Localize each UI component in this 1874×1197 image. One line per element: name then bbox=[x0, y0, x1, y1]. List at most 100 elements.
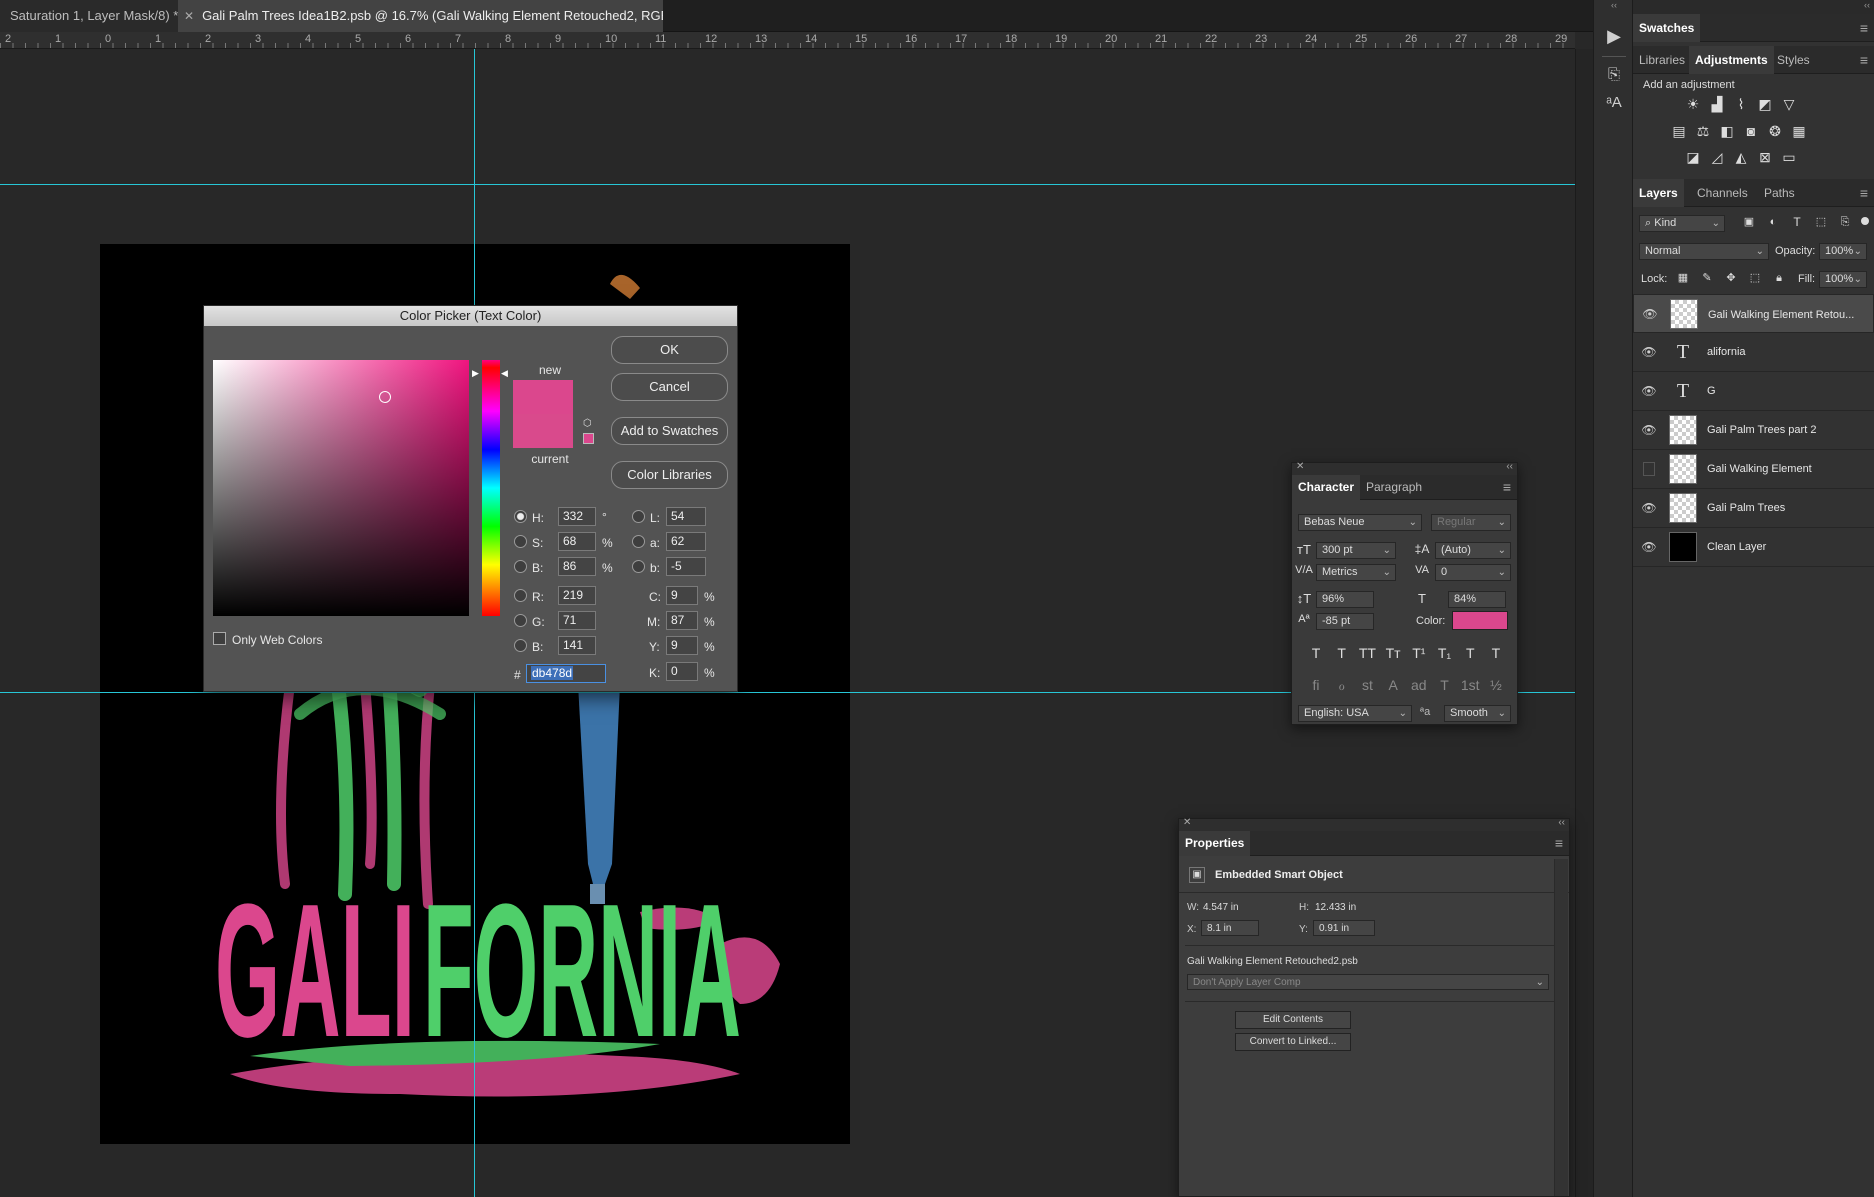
adjustment-filter-icon[interactable]: ◐ bbox=[1763, 214, 1783, 230]
properties-scrollbar[interactable] bbox=[1554, 859, 1568, 1196]
layer-row[interactable]: 👁︎ Gali Palm Trees bbox=[1633, 489, 1874, 528]
type-style-button-0[interactable]: T bbox=[1306, 645, 1326, 661]
layer-row[interactable]: 👁︎ Gali Palm Trees part 2 bbox=[1633, 411, 1874, 450]
font-family-select[interactable]: Bebas Neue ⌄ bbox=[1298, 514, 1422, 531]
opentype-button-1[interactable]: ℴ bbox=[1332, 677, 1352, 694]
lab-b-input[interactable]: -5 bbox=[666, 557, 706, 576]
horizontal-scale-input[interactable]: 84% bbox=[1448, 591, 1506, 608]
saturation-brightness-field[interactable] bbox=[213, 360, 469, 616]
tab-libraries[interactable]: Libraries bbox=[1633, 46, 1691, 74]
type-style-button-3[interactable]: Tт bbox=[1383, 645, 1403, 661]
layer-comp-select[interactable]: Don't Apply Layer Comp ⌄ bbox=[1187, 974, 1549, 990]
opentype-button-2[interactable]: st bbox=[1357, 677, 1377, 694]
layer-row[interactable]: 👁︎ Clean Layer bbox=[1633, 528, 1874, 567]
tab-adjustments[interactable]: Adjustments bbox=[1689, 46, 1774, 74]
eye-icon[interactable]: 👁︎ bbox=[1641, 384, 1657, 398]
close-icon[interactable]: ✕ bbox=[1296, 461, 1304, 472]
hue-slider-left-arrow[interactable]: ▶ bbox=[472, 368, 479, 379]
black-white-icon[interactable]: ◧ bbox=[1717, 123, 1737, 139]
layer-row[interactable]: 👁︎ Gali Walking Element Retou... bbox=[1633, 294, 1874, 333]
type-style-button-7[interactable]: T bbox=[1486, 645, 1506, 661]
brightness-contrast-icon[interactable]: ☀ bbox=[1683, 96, 1703, 112]
collapse-icon[interactable]: ‹‹ bbox=[1506, 461, 1513, 472]
play-icon[interactable]: ▶ bbox=[1594, 26, 1634, 47]
height-value[interactable]: 12.433 in bbox=[1315, 902, 1356, 913]
green-radio[interactable] bbox=[514, 614, 527, 627]
lab-l-input[interactable]: 54 bbox=[666, 507, 706, 526]
color-lookup-icon[interactable]: ▦ bbox=[1789, 123, 1809, 139]
collapse-icon[interactable]: ‹‹ bbox=[1594, 0, 1634, 10]
text-color-swatch[interactable] bbox=[1452, 611, 1508, 630]
baseline-shift-input[interactable]: -85 pt bbox=[1316, 613, 1374, 630]
hue-slider-right-arrow[interactable]: ◀ bbox=[501, 368, 508, 379]
lock-artboard-icon[interactable]: ⬚ bbox=[1745, 270, 1765, 286]
type-filter-icon[interactable]: T bbox=[1787, 214, 1807, 230]
edit-contents-button[interactable]: Edit Contents bbox=[1235, 1011, 1351, 1029]
lab-a-radio[interactable] bbox=[632, 535, 645, 548]
eye-icon[interactable] bbox=[1643, 462, 1655, 476]
layer-row[interactable]: 👁︎ T G bbox=[1633, 372, 1874, 411]
opentype-button-7[interactable]: ½ bbox=[1486, 677, 1506, 694]
hex-input[interactable]: db478d bbox=[526, 664, 606, 683]
panel-menu-icon[interactable]: ≡ bbox=[1503, 479, 1511, 495]
color-selector-circle[interactable] bbox=[379, 391, 391, 403]
saturation-input[interactable]: 68 bbox=[558, 532, 596, 551]
tab-paths[interactable]: Paths bbox=[1758, 179, 1801, 207]
only-web-colors-checkbox[interactable] bbox=[213, 632, 226, 645]
type-style-button-1[interactable]: T bbox=[1332, 645, 1352, 661]
color-balance-icon[interactable]: ⚖ bbox=[1693, 123, 1713, 139]
cancel-button[interactable]: Cancel bbox=[611, 373, 728, 401]
filter-toggle-icon[interactable] bbox=[1861, 217, 1869, 225]
lock-position-icon[interactable]: ✥ bbox=[1721, 270, 1741, 286]
collapse-icon[interactable]: ‹‹ bbox=[1633, 0, 1874, 14]
width-value[interactable]: 4.547 in bbox=[1203, 902, 1239, 913]
type-style-button-5[interactable]: T₁ bbox=[1435, 645, 1455, 661]
close-icon[interactable]: ✕ bbox=[1183, 817, 1191, 828]
eye-icon[interactable]: 👁︎ bbox=[1641, 423, 1657, 437]
lock-pixels-icon[interactable]: ✎ bbox=[1697, 270, 1717, 286]
opentype-button-3[interactable]: A bbox=[1383, 677, 1403, 694]
type-style-button-6[interactable]: T bbox=[1460, 645, 1480, 661]
opacity-input[interactable]: 100% ⌄ bbox=[1819, 243, 1867, 260]
opentype-button-6[interactable]: 1st bbox=[1460, 677, 1480, 694]
opentype-button-4[interactable]: ad bbox=[1409, 677, 1429, 694]
tab-channels[interactable]: Channels bbox=[1691, 179, 1754, 207]
hue-saturation-icon[interactable]: ▤ bbox=[1669, 123, 1689, 139]
canvas-scrollbar[interactable] bbox=[1575, 49, 1593, 1197]
eye-icon[interactable]: 👁︎ bbox=[1641, 501, 1657, 515]
levels-icon[interactable]: ▟ bbox=[1707, 96, 1727, 112]
selective-color-icon[interactable]: ⊠ bbox=[1755, 149, 1775, 165]
curves-icon[interactable]: ⌇ bbox=[1731, 96, 1751, 112]
invert-icon[interactable]: ◪ bbox=[1683, 149, 1703, 165]
lab-b-radio[interactable] bbox=[632, 560, 645, 573]
cyan-input[interactable]: 9 bbox=[666, 586, 698, 605]
tab-swatches[interactable]: Swatches bbox=[1633, 14, 1701, 42]
hue-slider[interactable] bbox=[482, 360, 500, 616]
blue-input[interactable]: 141 bbox=[558, 636, 596, 655]
brightness-input[interactable]: 86 bbox=[558, 557, 596, 576]
hue-input[interactable]: 332 bbox=[558, 507, 596, 526]
green-input[interactable]: 71 bbox=[558, 611, 596, 630]
panel-menu-icon[interactable]: ≡ bbox=[1860, 20, 1868, 36]
photo-filter-icon[interactable]: ◙ bbox=[1741, 123, 1761, 139]
red-radio[interactable] bbox=[514, 589, 527, 602]
yellow-input[interactable]: 9 bbox=[666, 636, 698, 655]
kerning-select[interactable]: Metrics ⌄ bbox=[1316, 564, 1396, 581]
font-style-select[interactable]: Regular ⌄ bbox=[1431, 514, 1511, 531]
panel-grip[interactable]: ✕ ‹‹ bbox=[1179, 817, 1569, 831]
tracking-select[interactable]: 0 ⌄ bbox=[1435, 564, 1511, 581]
smart-filter-icon[interactable]: ⎘ bbox=[1835, 214, 1855, 230]
x-input[interactable]: 8.1 in bbox=[1201, 920, 1259, 936]
current-color-swatch[interactable] bbox=[513, 414, 573, 448]
fill-input[interactable]: 100% ⌄ bbox=[1819, 271, 1867, 288]
threshold-icon[interactable]: ◭ bbox=[1731, 149, 1751, 165]
hue-radio[interactable] bbox=[514, 510, 527, 523]
horizontal-guide-top[interactable] bbox=[0, 184, 1575, 185]
black-input[interactable]: 0 bbox=[666, 662, 698, 681]
convert-to-linked-button[interactable]: Convert to Linked... bbox=[1235, 1033, 1351, 1051]
y-input[interactable]: 0.91 in bbox=[1313, 920, 1375, 936]
doc-tab-1[interactable]: Saturation 1, Layer Mask/8) * bbox=[0, 0, 178, 32]
add-to-swatches-button[interactable]: Add to Swatches bbox=[611, 417, 728, 445]
red-input[interactable]: 219 bbox=[558, 586, 596, 605]
panel-menu-icon[interactable]: ≡ bbox=[1555, 835, 1563, 851]
